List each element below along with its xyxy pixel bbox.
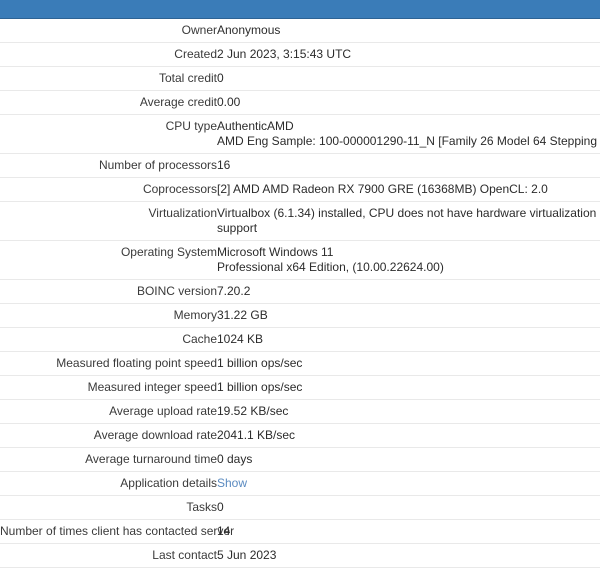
cpu-type-model: AMD Eng Sample: 100-000001290-11_N [Fami… — [217, 134, 600, 149]
row-value-boinc-version: 7.20.2 — [217, 280, 600, 304]
row-value-operating-system: Microsoft Windows 11 Professional x64 Ed… — [217, 241, 600, 280]
application-details-show-link[interactable]: Show — [217, 476, 247, 490]
computer-details-page: Owner Anonymous Created 2 Jun 2023, 3:15… — [0, 0, 600, 526]
row-label-total-credit: Total credit — [0, 67, 217, 91]
table-row: Operating System Microsoft Windows 11 Pr… — [0, 241, 600, 280]
row-value-owner: Anonymous — [217, 19, 600, 43]
row-label-cpu-type: CPU type — [0, 115, 217, 154]
table-row: Virtualization Virtualbox (6.1.34) insta… — [0, 202, 600, 241]
row-label-number-of-processors: Number of processors — [0, 154, 217, 178]
table-row: Number of times client has contacted ser… — [0, 520, 600, 544]
cpu-type-vendor: AuthenticAMD — [217, 119, 600, 134]
row-label-owner: Owner — [0, 19, 217, 43]
row-value-memory: 31.22 GB — [217, 304, 600, 328]
table-row: Coprocessors [2] AMD AMD Radeon RX 7900 … — [0, 178, 600, 202]
row-value-created: 2 Jun 2023, 3:15:43 UTC — [217, 43, 600, 67]
row-label-created: Created — [0, 43, 217, 67]
row-value-cpu-type: AuthenticAMD AMD Eng Sample: 100-0000012… — [217, 115, 600, 154]
row-value-contacted-server-count: 14 — [217, 520, 600, 544]
row-label-operating-system: Operating System — [0, 241, 217, 280]
table-row: Average download rate 2041.1 KB/sec — [0, 424, 600, 448]
table-row: Tasks 0 — [0, 496, 600, 520]
row-value-last-contact: 5 Jun 2023 — [217, 544, 600, 568]
table-row: BOINC version 7.20.2 — [0, 280, 600, 304]
row-value-average-turnaround-time: 0 days — [217, 448, 600, 472]
row-label-coprocessors: Coprocessors — [0, 178, 217, 202]
computer-details-table: Owner Anonymous Created 2 Jun 2023, 3:15… — [0, 19, 600, 568]
row-label-measured-integer-speed: Measured integer speed — [0, 376, 217, 400]
table-row: Average upload rate 19.52 KB/sec — [0, 400, 600, 424]
row-label-measured-floating-point-speed: Measured floating point speed — [0, 352, 217, 376]
row-value-measured-integer-speed: 1 billion ops/sec — [217, 376, 600, 400]
table-row: Owner Anonymous — [0, 19, 600, 43]
row-value-virtualization: Virtualbox (6.1.34) installed, CPU does … — [217, 202, 600, 241]
table-row: Measured floating point speed 1 billion … — [0, 352, 600, 376]
row-value-tasks: 0 — [217, 496, 600, 520]
row-value-average-credit: 0.00 — [217, 91, 600, 115]
table-row: Cache 1024 KB — [0, 328, 600, 352]
row-label-memory: Memory — [0, 304, 217, 328]
row-label-tasks: Tasks — [0, 496, 217, 520]
row-label-average-download-rate: Average download rate — [0, 424, 217, 448]
table-row: Average turnaround time 0 days — [0, 448, 600, 472]
row-label-last-contact: Last contact — [0, 544, 217, 568]
row-value-number-of-processors: 16 — [217, 154, 600, 178]
table-row: CPU type AuthenticAMD AMD Eng Sample: 10… — [0, 115, 600, 154]
row-value-measured-floating-point-speed: 1 billion ops/sec — [217, 352, 600, 376]
row-value-coprocessors: [2] AMD AMD Radeon RX 7900 GRE (16368MB)… — [217, 178, 600, 202]
row-label-boinc-version: BOINC version — [0, 280, 217, 304]
table-row: Application details Show — [0, 472, 600, 496]
table-row: Last contact 5 Jun 2023 — [0, 544, 600, 568]
row-label-average-credit: Average credit — [0, 91, 217, 115]
table-row: Created 2 Jun 2023, 3:15:43 UTC — [0, 43, 600, 67]
table-row: Number of processors 16 — [0, 154, 600, 178]
row-value-total-credit: 0 — [217, 67, 600, 91]
row-label-average-turnaround-time: Average turnaround time — [0, 448, 217, 472]
row-value-application-details: Show — [217, 472, 600, 496]
row-label-average-upload-rate: Average upload rate — [0, 400, 217, 424]
row-value-average-download-rate: 2041.1 KB/sec — [217, 424, 600, 448]
os-edition: Professional x64 Edition, (10.00.22624.0… — [217, 260, 600, 275]
row-label-cache: Cache — [0, 328, 217, 352]
row-value-average-upload-rate: 19.52 KB/sec — [217, 400, 600, 424]
os-name: Microsoft Windows 11 — [217, 245, 600, 260]
table-row: Total credit 0 — [0, 67, 600, 91]
row-label-application-details: Application details — [0, 472, 217, 496]
row-value-cache: 1024 KB — [217, 328, 600, 352]
top-header-band — [0, 0, 600, 19]
row-label-contacted-server-count: Number of times client has contacted ser… — [0, 520, 217, 544]
row-label-virtualization: Virtualization — [0, 202, 217, 241]
table-row: Measured integer speed 1 billion ops/sec — [0, 376, 600, 400]
table-row: Memory 31.22 GB — [0, 304, 600, 328]
table-row: Average credit 0.00 — [0, 91, 600, 115]
details-table-body: Owner Anonymous Created 2 Jun 2023, 3:15… — [0, 19, 600, 568]
